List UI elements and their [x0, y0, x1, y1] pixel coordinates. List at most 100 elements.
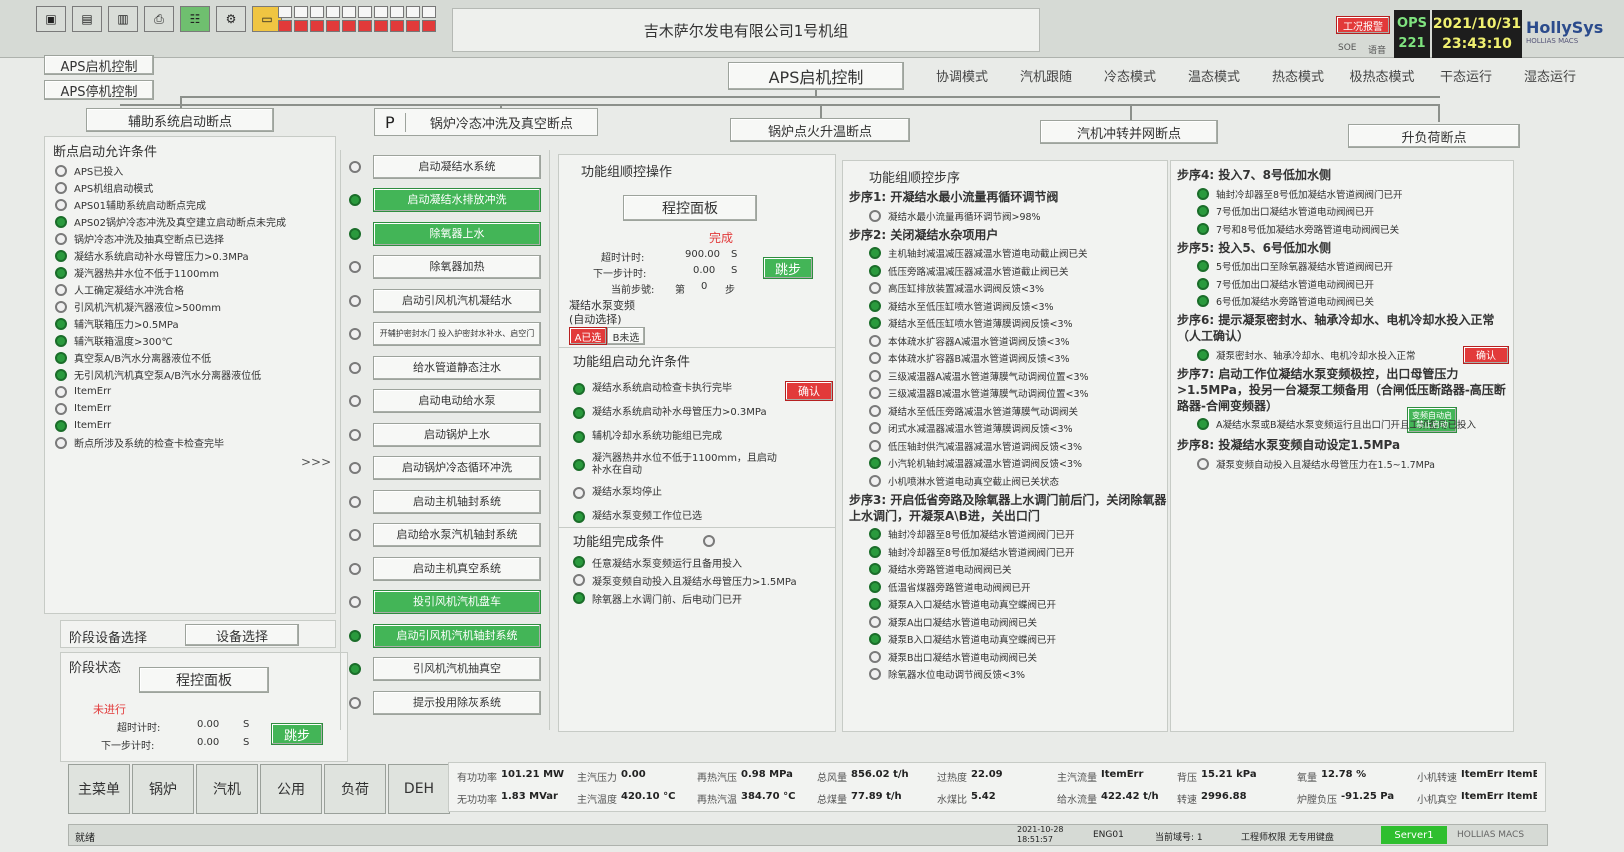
status-indicator-icon: [1197, 187, 1209, 200]
printer-icon[interactable]: ⎙: [144, 6, 174, 32]
mode-tab[interactable]: 湿态运行: [1508, 66, 1592, 85]
func-permit-title: 功能组启动允许条件: [573, 355, 691, 370]
sequence-step-button[interactable]: 投引风机汽机盘车: [373, 590, 541, 615]
mode-tab[interactable]: 冷态模式: [1088, 66, 1172, 85]
nav-boiler[interactable]: 锅炉: [132, 764, 194, 814]
boiler-cold-breakpoint-button[interactable]: 锅炉冷态冲洗及真空断点: [405, 109, 597, 135]
sequence-step-button[interactable]: 开辅护密封水门 投入护密封水补水、启空门: [373, 322, 541, 347]
mode-tab[interactable]: 温态模式: [1172, 66, 1256, 85]
sequence-indicator-icon: [349, 663, 361, 676]
load-up-breakpoint-button[interactable]: 升负荷断点: [1348, 124, 1520, 148]
alarm-button[interactable]: 工况报警: [1336, 16, 1390, 34]
sequence-step-button[interactable]: 启动主机真空系统: [373, 556, 541, 581]
sequence-step-button[interactable]: 启动给水泵汽机轴封系统: [373, 523, 541, 548]
status-indicator-icon: [869, 352, 881, 365]
sequence-step-button[interactable]: 给水管道静态注水: [373, 355, 541, 380]
stage-panel-button[interactable]: 程控面板: [139, 667, 269, 693]
data-label: 总煤量: [817, 795, 847, 806]
mode-tab[interactable]: 极热态模式: [1340, 66, 1424, 85]
aps-start-button[interactable]: APS启机控制: [44, 55, 154, 75]
soe-label[interactable]: SOE: [1338, 43, 1356, 53]
pump-a-button[interactable]: A已选: [569, 327, 607, 345]
aps-stop-button[interactable]: APS停机控制: [44, 80, 154, 100]
status-row-label: 低压旁路减温减压器减温水管道截止阀已关: [888, 266, 1069, 278]
status-row: 三级减温器B减温水管道薄膜气动调阀位置<3%: [849, 385, 1167, 403]
data-cell: 总煤量 77.89 t/h: [817, 791, 937, 806]
status-row-label: 凝结水旁路管道电动阀阀已关: [888, 565, 1012, 577]
func-permit-confirm[interactable]: 确认: [785, 381, 833, 401]
status-row-label: 轴封冷却器至8号低加凝结水管道阀阀门已开: [1216, 189, 1403, 201]
nav-common[interactable]: 公用: [260, 764, 322, 814]
status-indicator-icon: [869, 474, 881, 487]
func-next-unit: S: [731, 265, 738, 276]
status-indicator-icon: [1197, 222, 1209, 235]
permit-title: 断点启动允许条件: [53, 145, 158, 160]
status-row-label: ItemErr: [74, 420, 112, 431]
pump-b-button[interactable]: B未选: [607, 327, 645, 345]
mode-tab[interactable]: 协调模式: [920, 66, 1004, 85]
status-row: 低温省煤器旁路管道电动阀阀已开: [849, 578, 1167, 596]
sequence-step-button[interactable]: 启动电动给水泵: [373, 389, 541, 414]
sequence-step-button[interactable]: 启动引风机汽机轴封系统: [373, 623, 541, 648]
status-indicator-icon: [55, 181, 67, 194]
data-label: 再热汽压: [697, 773, 737, 784]
status-indicator-icon: [869, 650, 881, 663]
status-row-label: 轴封冷却器至8号低加凝结水管道阀阀门已开: [888, 547, 1075, 559]
sequence-step-button[interactable]: 引风机汽机抽真空: [373, 657, 541, 682]
aux-breakpoint-button[interactable]: 辅助系统启动断点: [86, 108, 274, 132]
nav-main-menu[interactable]: 主菜单: [68, 764, 130, 814]
stage-skip-button[interactable]: 跳步: [271, 723, 323, 745]
document-icon[interactable]: ▥: [108, 6, 138, 32]
stage-next-label: 下一步计时:: [101, 741, 155, 752]
voice-label[interactable]: 语音: [1368, 43, 1386, 56]
mode-tab[interactable]: 汽机跟随: [1004, 66, 1088, 85]
brand-name: HollySys: [1526, 18, 1604, 37]
sequence-step-button[interactable]: 启动锅炉上水: [373, 422, 541, 447]
status-row-label: 锅炉冷态冲洗及抽真空断点已选择: [74, 235, 224, 246]
sequence-step-button[interactable]: 启动引风机汽机凝结水: [373, 288, 541, 313]
func-panel-button[interactable]: 程控面板: [623, 195, 757, 221]
sequence-step-button[interactable]: 启动凝结水系统: [373, 154, 541, 179]
status-row: 任意凝结水泵变频运行且备用投入: [573, 553, 831, 571]
status-indicator-icon: [869, 334, 881, 347]
status-row: 凝结水至低压缸喷水管道调阀反馈<3%: [849, 297, 1167, 315]
sequence-step-button[interactable]: 启动锅炉冷态循环冲洗: [373, 456, 541, 481]
document-icon[interactable]: ▤: [72, 6, 102, 32]
monitor-icon[interactable]: ▣: [36, 6, 66, 32]
sequence-step-button[interactable]: 除氧器加热: [373, 255, 541, 280]
alarm-lamp: [390, 6, 404, 18]
device-select-button[interactable]: 设备选择: [185, 624, 299, 646]
data-cell: 给水流量 422.42 t/h: [1057, 791, 1177, 806]
status-row-label: ItemErr: [74, 403, 112, 414]
mode-tab[interactable]: 热态模式: [1256, 66, 1340, 85]
status-row-label: 三级减温器A减温水管道薄膜气动调阀位置<3%: [888, 371, 1089, 383]
sequence-list: 启动凝结水系统 启动凝结水排放冲洗 除氧器上水除氧器加热启动引风机汽机凝结水 开辅护密…: [341, 150, 549, 720]
network-icon[interactable]: ☷: [180, 6, 210, 32]
status-row-label: 低压轴封供汽减温器减温水管道调阀反馈<3%: [888, 441, 1083, 453]
sequence-row: 启动主机轴封系统: [341, 485, 549, 519]
nav-turbine[interactable]: 汽机: [196, 764, 258, 814]
steps-right-list: 步序4: 投入7、8号低加水侧 轴封冷却器至8号低加凝结水管道阀阀门已开 7号低加出…: [1177, 165, 1513, 473]
status-row: 除氧器上水调门前、后电动门已开: [573, 589, 831, 607]
alarm-lamp: [406, 20, 420, 32]
permit-panel: 断点启动允许条件 APS已投入 APS机组启动模式 APS01辅助系统启动断点完成 A…: [44, 136, 336, 614]
sequence-step-button[interactable]: 启动主机轴封系统: [373, 489, 541, 514]
mode-tab[interactable]: 干态运行: [1424, 66, 1508, 85]
step-confirm-button[interactable]: 确认: [1463, 345, 1509, 364]
data-value: 15.21 kPa: [1201, 769, 1257, 780]
tree-line: [1438, 104, 1440, 122]
status-indicator-icon: [869, 264, 881, 277]
status-indicator-icon: [55, 266, 67, 279]
turbine-sync-breakpoint-button[interactable]: 汽机冲转并网断点: [1040, 120, 1218, 144]
nav-load[interactable]: 负荷: [324, 764, 386, 814]
func-current-value: 0: [701, 281, 708, 292]
permit-more[interactable]: >>>: [301, 455, 331, 469]
boiler-fire-breakpoint-button[interactable]: 锅炉点火升温断点: [730, 118, 910, 142]
settings-icon[interactable]: ⚙: [216, 6, 246, 32]
func-skip-button[interactable]: 跳步: [763, 257, 813, 279]
sequence-step-button[interactable]: 启动凝结水排放冲洗: [373, 188, 541, 213]
data-value: 0.00: [621, 769, 646, 780]
sequence-step-button[interactable]: 提示投用除灰系统: [373, 690, 541, 715]
nav-deh[interactable]: DEH: [388, 764, 450, 814]
sequence-step-button[interactable]: 除氧器上水: [373, 221, 541, 246]
